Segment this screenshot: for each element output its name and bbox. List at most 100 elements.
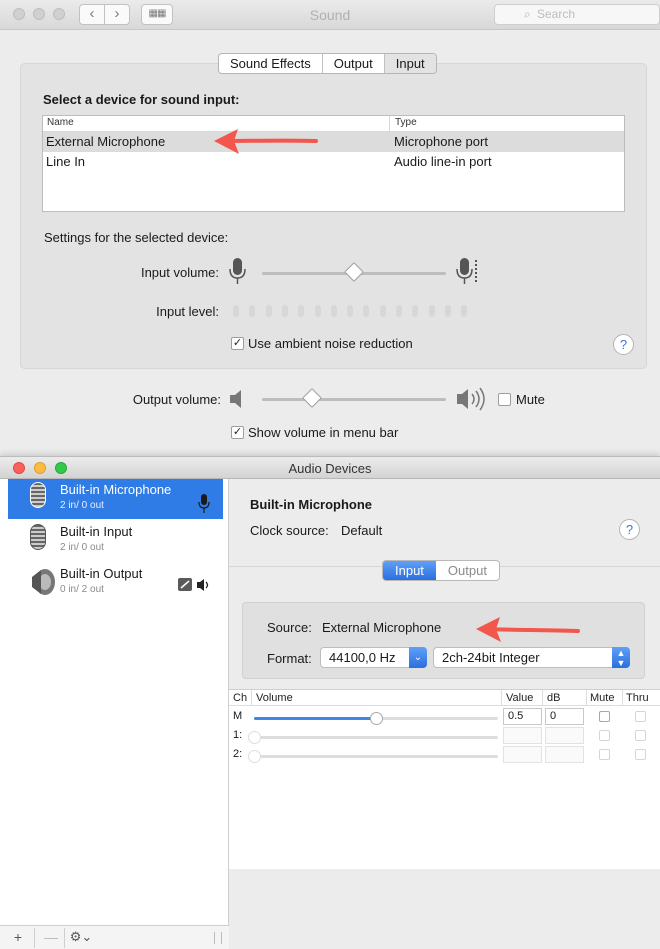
level-segment — [314, 305, 321, 317]
level-segment — [249, 305, 256, 317]
mute-checkbox[interactable] — [599, 730, 610, 741]
thru-checkbox[interactable] — [635, 749, 646, 760]
divider — [501, 690, 502, 705]
device-item-built-in-output[interactable]: Built-in Output 0 in/ 2 out — [8, 563, 223, 603]
default-input-icon — [198, 494, 210, 513]
device-sidebar: Built-in Microphone 2 in/ 0 out Built-in… — [0, 479, 229, 949]
volume-slider[interactable] — [254, 736, 498, 739]
db-field[interactable] — [545, 727, 584, 744]
level-segment — [444, 305, 451, 317]
volume-thumb[interactable] — [248, 750, 261, 763]
sidebar-bottom-bar: + — ⚙︎⌄ — [0, 925, 229, 949]
table-row[interactable]: Line In Audio line-in port — [43, 152, 624, 172]
add-device-button[interactable]: + — [7, 929, 29, 947]
device-item-built-in-microphone[interactable]: Built-in Microphone 2 in/ 0 out — [8, 479, 223, 519]
tab-sound-effects[interactable]: Sound Effects — [219, 54, 323, 73]
output-volume-slider[interactable] — [262, 398, 446, 401]
mute-checkbox[interactable] — [498, 393, 511, 406]
db-field[interactable] — [545, 746, 584, 763]
value-field[interactable]: 0.5 — [503, 708, 542, 725]
search-icon: ⌕ — [524, 7, 531, 21]
chevron-down-icon: ⌄ — [409, 647, 427, 668]
input-settings-panel — [20, 63, 647, 369]
mute-checkbox[interactable] — [599, 711, 610, 722]
device-io: 2 in/ 0 out — [60, 542, 104, 553]
tab-input[interactable]: Input — [383, 561, 436, 580]
tab-output[interactable]: Output — [323, 54, 385, 73]
default-output-icons — [178, 578, 209, 591]
bit-format-value: 2ch-24bit Integer — [442, 650, 540, 665]
column-header-mute: Mute — [590, 692, 615, 704]
volume-thumb[interactable] — [370, 712, 383, 725]
help-button[interactable]: ? — [613, 334, 634, 355]
input-volume-label: Input volume: — [140, 265, 219, 280]
audio-titlebar: Audio Devices — [0, 457, 660, 479]
channel-label: 1: — [233, 729, 243, 741]
detail-title: Built-in Microphone — [250, 497, 373, 512]
device-type: Microphone port — [394, 134, 488, 149]
device-name: Built-in Output — [60, 566, 143, 581]
microphone-icon — [30, 482, 46, 508]
value-field[interactable] — [503, 727, 542, 744]
ambient-noise-checkbox[interactable]: ✓ — [231, 337, 244, 350]
search-input[interactable]: ⌕ Search — [494, 4, 660, 25]
column-header-thru: Thru — [626, 692, 649, 704]
volume-slider[interactable] — [254, 755, 498, 758]
level-segment — [461, 305, 468, 317]
level-segment — [281, 305, 288, 317]
channel-table: Ch Volume Value dB Mute Thru M 0.5 0 1: 2: — [229, 689, 660, 869]
level-segment — [233, 305, 239, 317]
header-divider — [229, 705, 660, 706]
sample-rate-value: 44100,0 Hz — [329, 650, 396, 665]
db-field[interactable]: 0 — [545, 708, 584, 725]
device-type: Audio line-in port — [394, 154, 492, 169]
source-value: External Microphone — [322, 620, 442, 635]
level-segment — [347, 305, 354, 317]
mute-checkbox[interactable] — [599, 749, 610, 760]
bit-format-select[interactable]: 2ch-24bit Integer ▲ ▼ — [433, 647, 630, 668]
level-segment — [298, 305, 305, 317]
level-segment — [363, 305, 370, 317]
level-segment — [412, 305, 419, 317]
resize-handle[interactable] — [214, 932, 222, 944]
settings-heading: Settings for the selected device: — [44, 230, 229, 245]
tab-output[interactable]: Output — [436, 561, 499, 580]
output-volume-thumb[interactable] — [301, 388, 322, 408]
table-row[interactable]: External Microphone Microphone port — [43, 132, 624, 152]
channel-row: 2: — [229, 746, 660, 765]
show-volume-checkbox[interactable]: ✓ — [231, 426, 244, 439]
divider — [542, 690, 543, 705]
thru-checkbox[interactable] — [635, 730, 646, 741]
sound-tabs: Sound Effects Output Input — [218, 53, 437, 74]
thru-checkbox[interactable] — [635, 711, 646, 722]
device-name: External Microphone — [46, 134, 166, 149]
value-field[interactable] — [503, 746, 542, 763]
input-device-table: Name Type External Microphone Microphone… — [42, 115, 625, 212]
remove-device-button[interactable]: — — [40, 929, 62, 947]
column-header-ch: Ch — [233, 692, 248, 704]
speaker-low-icon — [230, 390, 241, 408]
device-name: Line In — [46, 154, 86, 169]
volume-thumb[interactable] — [248, 731, 261, 744]
column-divider — [389, 116, 390, 131]
tab-input[interactable]: Input — [384, 54, 436, 73]
column-header-db: dB — [547, 692, 561, 704]
device-item-built-in-input[interactable]: Built-in Input 2 in/ 0 out — [8, 521, 223, 561]
gear-menu-button[interactable]: ⚙︎⌄ — [66, 929, 96, 947]
sample-rate-select[interactable]: 44100,0 Hz ⌄ — [320, 647, 427, 668]
device-io: 0 in/ 2 out — [60, 584, 104, 595]
level-segment — [379, 305, 386, 317]
level-segment — [265, 305, 272, 317]
divider — [622, 690, 623, 705]
channel-label: 2: — [233, 748, 243, 760]
divider — [251, 690, 252, 705]
level-segment — [330, 305, 337, 317]
channel-label: M — [233, 710, 243, 722]
device-select-heading: Select a device for sound input: — [43, 92, 240, 107]
clock-source-label: Clock source: — [250, 523, 329, 538]
clock-source-value[interactable]: Default — [341, 523, 382, 538]
help-button[interactable]: ? — [619, 519, 640, 540]
divider — [34, 928, 35, 948]
volume-fill — [254, 717, 376, 720]
annotation-arrow — [476, 617, 580, 642]
